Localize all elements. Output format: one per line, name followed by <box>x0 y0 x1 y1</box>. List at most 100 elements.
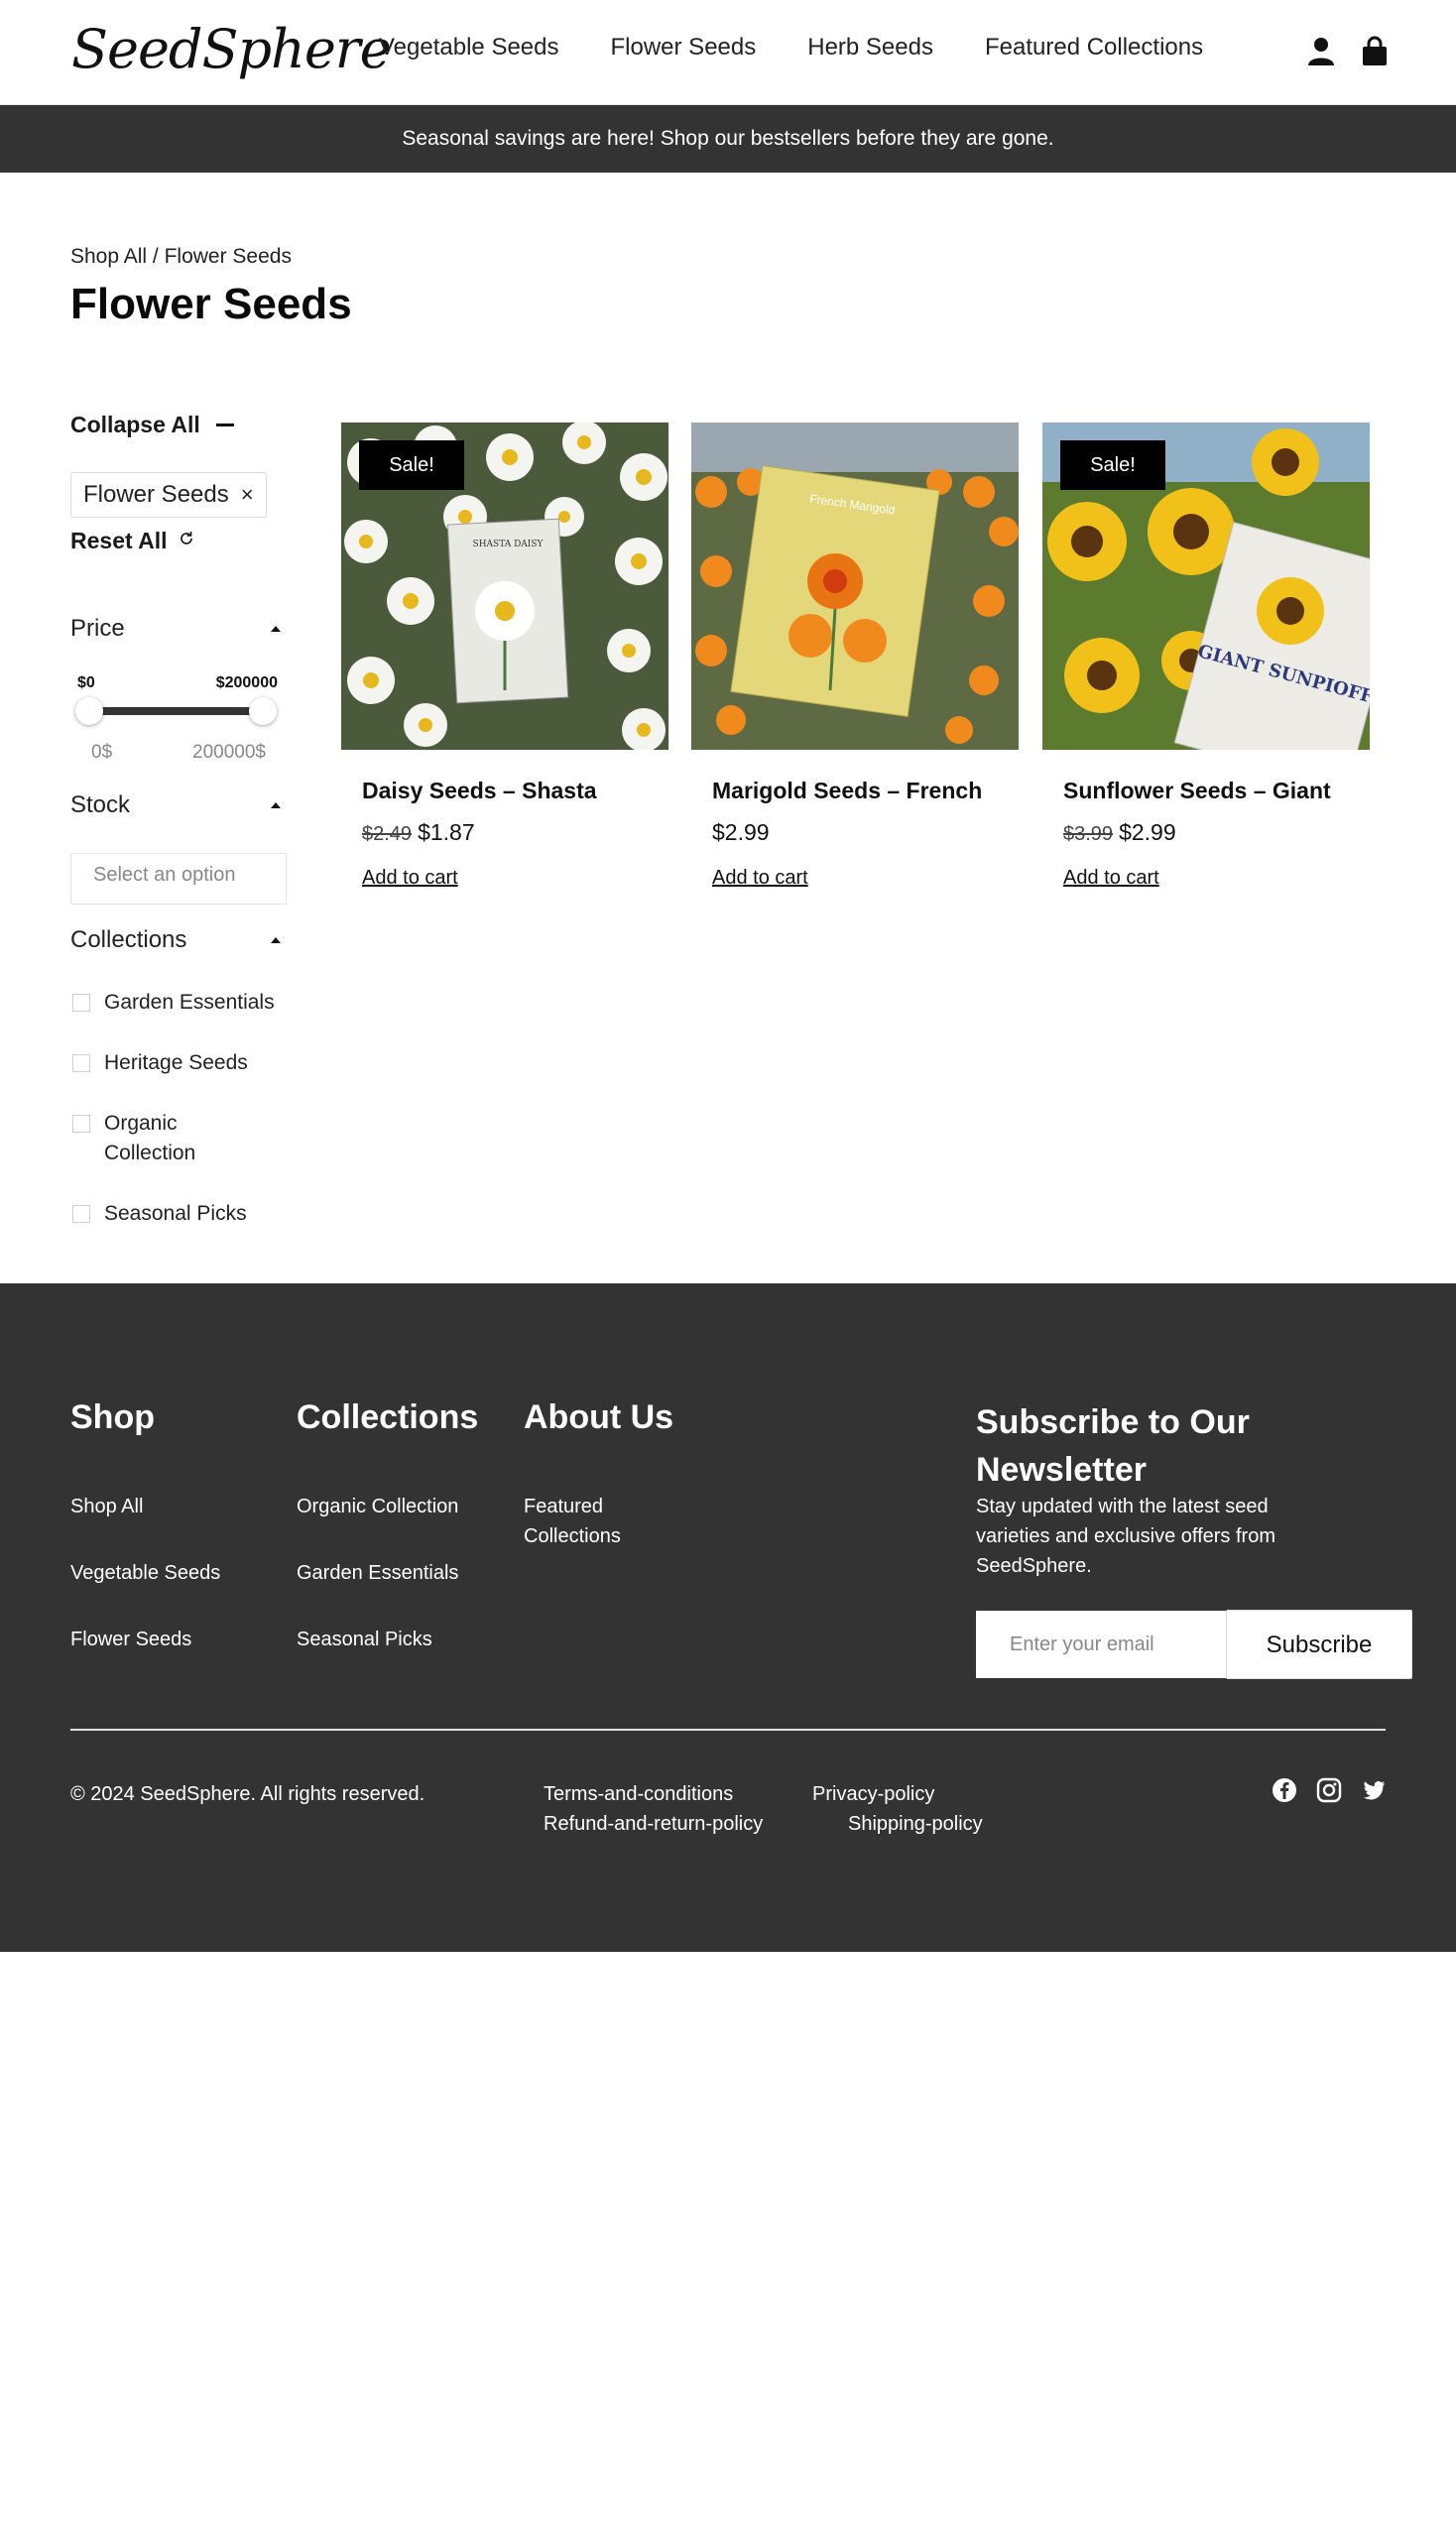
price-max-value: 200000$ <box>192 742 266 763</box>
product-card[interactable]: GIANT SUNPIOFF Sale! Sunflower Seeds – G… <box>1042 423 1370 889</box>
nav-featured-collections[interactable]: Featured Collections <box>985 34 1203 61</box>
price-facet-toggle[interactable]: Price <box>70 615 285 643</box>
collections-heading: Collections <box>70 926 187 953</box>
legal-link-privacy[interactable]: Privacy-policy <box>812 1779 934 1809</box>
breadcrumb-current: Flower Seeds <box>164 245 292 268</box>
product-image-daisy[interactable]: SHASTA DAISY Sale! <box>341 423 668 750</box>
checkbox-label: Seasonal Picks <box>104 1202 247 1225</box>
checkbox[interactable] <box>72 1115 90 1133</box>
add-to-cart-link[interactable]: Add to cart <box>362 867 458 890</box>
chevron-up-icon <box>271 937 281 943</box>
checkbox-label: Garden Essentials <box>104 991 275 1014</box>
collapse-all-label: Collapse All <box>70 412 200 437</box>
price-slider-max-handle[interactable] <box>249 697 277 725</box>
newsletter-text: Stay updated with the latest seed variet… <box>976 1496 1275 1577</box>
nav-herb-seeds[interactable]: Herb Seeds <box>807 34 933 61</box>
collection-filter-organic-collection[interactable]: Organic Collection <box>72 1109 271 1168</box>
chevron-up-icon <box>271 626 281 632</box>
price-slider-min-handle[interactable] <box>75 697 103 725</box>
product-price: $2.99 <box>712 819 770 846</box>
product-name[interactable]: Daisy Seeds – Shasta <box>362 778 597 804</box>
footer-link-organic-collection[interactable]: Organic Collection <box>297 1492 458 1521</box>
reset-all-label: Reset All <box>70 528 168 553</box>
sale-price: $2.99 <box>712 819 770 845</box>
cart-bag-icon[interactable] <box>1359 36 1391 67</box>
product-card[interactable]: French Marigold Marigold Seeds – French … <box>691 423 1019 889</box>
breadcrumb: Shop All / Flower Seeds <box>70 245 292 269</box>
stock-facet-toggle[interactable]: Stock <box>70 791 285 819</box>
product-name[interactable]: Sunflower Seeds – Giant <box>1063 778 1331 804</box>
minus-icon <box>215 423 234 426</box>
stock-heading: Stock <box>70 791 131 818</box>
product-price: $2.49 $1.87 <box>362 819 475 846</box>
facebook-icon[interactable] <box>1272 1777 1297 1803</box>
sale-price: $1.87 <box>418 819 475 845</box>
footer-about-heading: About Us <box>524 1398 674 1436</box>
price-range-values: 0$ 200000$ <box>91 742 266 764</box>
sale-badge: Sale! <box>359 440 464 490</box>
collection-filter-garden-essentials[interactable]: Garden Essentials <box>72 988 275 1018</box>
twitter-icon[interactable] <box>1361 1777 1387 1803</box>
product-image-marigold[interactable]: French Marigold <box>691 423 1019 750</box>
price-heading: Price <box>70 615 125 642</box>
account-icon[interactable] <box>1305 36 1337 67</box>
checkbox-label: Heritage Seeds <box>104 1051 248 1074</box>
site-header: SeedSphere Vegetable Seeds Flower Seeds … <box>0 0 1456 105</box>
footer-link-seasonal-picks[interactable]: Seasonal Picks <box>297 1625 432 1654</box>
checkbox[interactable] <box>72 1054 90 1072</box>
sale-badge: Sale! <box>1060 440 1165 490</box>
legal-link-shipping[interactable]: Shipping-policy <box>848 1809 983 1839</box>
stock-select[interactable]: Select an option <box>70 853 287 905</box>
price-min-value: 0$ <box>91 742 113 763</box>
collections-facet-toggle[interactable]: Collections <box>70 926 285 954</box>
original-price: $3.99 <box>1063 823 1114 845</box>
checkbox[interactable] <box>72 994 90 1012</box>
page-title: Flower Seeds <box>70 280 352 328</box>
copyright: © 2024 SeedSphere. All rights reserved. <box>70 1783 425 1805</box>
subscribe-button[interactable]: Subscribe <box>1226 1610 1412 1679</box>
active-filter-chip[interactable]: Flower Seeds × <box>70 472 267 518</box>
add-to-cart-link[interactable]: Add to cart <box>1063 867 1159 890</box>
instagram-icon[interactable] <box>1316 1777 1342 1803</box>
newsletter-email-input[interactable]: Enter your email <box>976 1611 1226 1678</box>
breadcrumb-separator: / <box>147 245 165 268</box>
sale-price: $2.99 <box>1119 819 1176 845</box>
reset-all-button[interactable]: Reset All <box>70 528 195 554</box>
product-name[interactable]: Marigold Seeds – French <box>712 778 982 804</box>
footer-divider <box>70 1729 1386 1731</box>
legal-link-refund[interactable]: Refund-and-return-policy <box>544 1809 763 1839</box>
product-price: $3.99 $2.99 <box>1063 819 1176 846</box>
legal-link-terms[interactable]: Terms-and-conditions <box>544 1779 733 1809</box>
chevron-up-icon <box>271 802 281 808</box>
breadcrumb-shop-all[interactable]: Shop All <box>70 245 147 268</box>
price-range-labels: $0 $200000 <box>77 674 278 692</box>
site-logo[interactable]: SeedSphere <box>71 18 392 80</box>
main-nav: Vegetable Seeds Flower Seeds Herb Seeds … <box>379 34 1203 61</box>
packet-label: SHASTA DAISY <box>473 540 545 549</box>
price-slider-track[interactable] <box>87 707 264 715</box>
product-image-sunflower[interactable]: GIANT SUNPIOFF Sale! <box>1042 423 1370 750</box>
remove-filter-icon[interactable]: × <box>241 482 254 508</box>
nav-flower-seeds[interactable]: Flower Seeds <box>611 34 757 61</box>
announcement-bar: Seasonal savings are here! Shop our best… <box>0 105 1456 173</box>
header-icons <box>1305 36 1391 67</box>
price-max-label: $200000 <box>215 674 278 691</box>
newsletter-heading: Subscribe to Our Newsletter <box>976 1403 1250 1489</box>
footer-link-shop-all[interactable]: Shop All <box>70 1492 143 1521</box>
footer-link-featured-collections[interactable]: Featured Collections <box>524 1492 663 1551</box>
footer-collections-heading: Collections <box>297 1398 479 1436</box>
refresh-icon <box>178 530 195 553</box>
product-card[interactable]: SHASTA DAISY Sale! Daisy Seeds – Shasta … <box>341 423 668 889</box>
footer-shop-heading: Shop <box>70 1398 155 1436</box>
checkbox[interactable] <box>72 1205 90 1223</box>
nav-vegetable-seeds[interactable]: Vegetable Seeds <box>379 34 559 61</box>
original-price: $2.49 <box>362 823 413 845</box>
footer-link-flower-seeds[interactable]: Flower Seeds <box>70 1625 191 1654</box>
add-to-cart-link[interactable]: Add to cart <box>712 867 808 890</box>
footer-link-garden-essentials[interactable]: Garden Essentials <box>297 1558 458 1588</box>
collection-filter-seasonal-picks[interactable]: Seasonal Picks <box>72 1199 247 1229</box>
collapse-all-button[interactable]: Collapse All <box>70 412 234 438</box>
active-filter-label: Flower Seeds <box>83 481 229 508</box>
collection-filter-heritage-seeds[interactable]: Heritage Seeds <box>72 1048 248 1078</box>
footer-link-vegetable-seeds[interactable]: Vegetable Seeds <box>70 1558 220 1588</box>
